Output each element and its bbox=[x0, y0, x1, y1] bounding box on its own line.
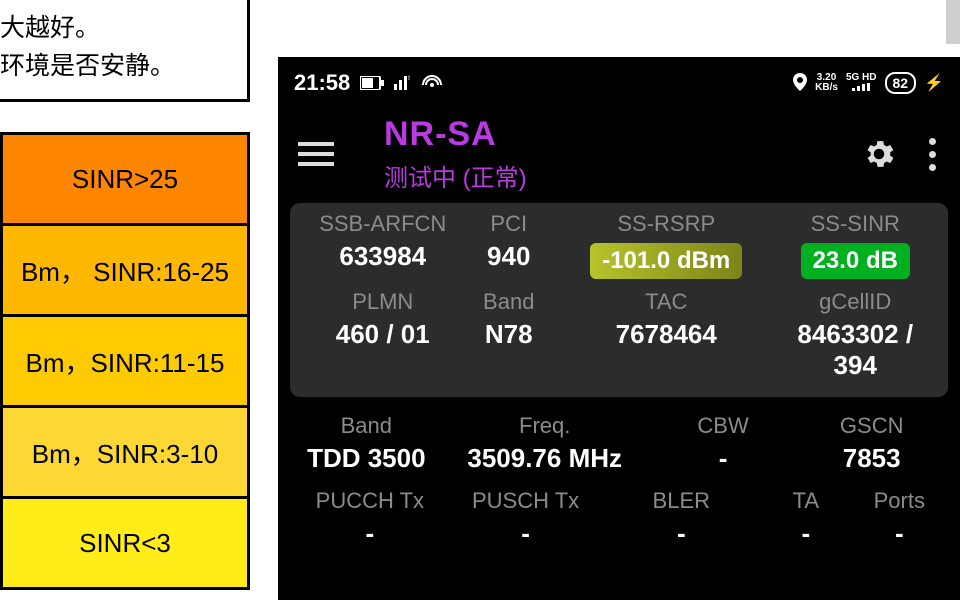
label-plmn: PLMN bbox=[304, 289, 462, 315]
charging-icon: ⚡ bbox=[924, 73, 944, 93]
value-tac: 7678464 bbox=[556, 319, 777, 350]
label-pusch-tx: PUSCH Tx bbox=[448, 488, 604, 514]
hotspot-icon bbox=[422, 70, 442, 96]
value-cbw: - bbox=[649, 443, 798, 474]
value-gcellid: 8463302 / 394 bbox=[777, 319, 935, 381]
label-freq: Freq. bbox=[441, 413, 649, 439]
grade-row-1: SINR>25 bbox=[2, 134, 249, 225]
label-cbw: CBW bbox=[649, 413, 798, 439]
label-bler: BLER bbox=[603, 488, 759, 514]
svg-text:!: ! bbox=[408, 76, 410, 82]
label-ss-rsrp: SS-RSRP bbox=[556, 211, 777, 237]
article-line-2: 环境是否安静。 bbox=[0, 52, 175, 80]
value-band: N78 bbox=[462, 319, 557, 350]
primary-metrics-card: SSB-ARFCN PCI SS-RSRP SS-SINR 633984 940… bbox=[290, 203, 948, 397]
status-time: 21:58 bbox=[294, 70, 350, 96]
value-freq: 3509.76 MHz bbox=[441, 443, 649, 474]
value-ta: - bbox=[759, 518, 852, 549]
label-pci: PCI bbox=[462, 211, 557, 237]
value-gscn: 7853 bbox=[797, 443, 946, 474]
settings-icon[interactable] bbox=[861, 136, 897, 172]
value-pusch-tx: - bbox=[448, 518, 604, 549]
label-pucch-tx: PUCCH Tx bbox=[292, 488, 448, 514]
value-bler: - bbox=[603, 518, 759, 549]
value-ssb-arfcn: 633984 bbox=[304, 241, 462, 272]
secondary-metrics: Band Freq. CBW GSCN TDD 3500 3509.76 MHz… bbox=[292, 413, 946, 549]
label-gcellid: gCellID bbox=[777, 289, 935, 315]
overflow-menu-icon[interactable] bbox=[929, 138, 936, 171]
label-ta: TA bbox=[759, 488, 852, 514]
value-plmn: 460 / 01 bbox=[304, 319, 462, 350]
label-ss-sinr: SS-SINR bbox=[777, 211, 935, 237]
label-ports: Ports bbox=[853, 488, 946, 514]
grade-row-2: Bm， SINR:16-25 bbox=[2, 225, 249, 316]
status-bar: 21:58 ! 3.20KB/s 5G HD bbox=[278, 57, 960, 109]
label-tac: TAC bbox=[556, 289, 777, 315]
status-network-type: 5G HD bbox=[846, 73, 877, 94]
sinr-grade-table: SINR>25 Bm， SINR:16-25 Bm，SINR:11-15 Bm，… bbox=[0, 132, 250, 590]
article-text-block: 大越好。 环境是否安静。 bbox=[0, 0, 250, 102]
label-band2: Band bbox=[292, 413, 441, 439]
grade-row-3: Bm，SINR:11-15 bbox=[2, 316, 249, 407]
menu-icon[interactable] bbox=[298, 136, 334, 172]
label-ssb-arfcn: SSB-ARFCN bbox=[304, 211, 462, 237]
label-band: Band bbox=[462, 289, 557, 315]
value-pucch-tx: - bbox=[292, 518, 448, 549]
value-ss-rsrp: -101.0 dBm bbox=[590, 243, 742, 279]
phone-screenshot: 21:58 ! 3.20KB/s 5G HD bbox=[278, 57, 960, 600]
app-subtitle: 测试中 (正常) bbox=[384, 158, 861, 193]
battery-mini-icon bbox=[360, 70, 384, 96]
value-band2: TDD 3500 bbox=[292, 443, 441, 474]
label-gscn: GSCN bbox=[797, 413, 946, 439]
status-battery: 82 bbox=[885, 72, 917, 94]
app-title: NR-SA bbox=[384, 115, 861, 154]
signal-icon: ! bbox=[394, 70, 412, 96]
article-line-1: 大越好。 bbox=[0, 14, 100, 42]
grade-row-4: Bm，SINR:3-10 bbox=[2, 407, 249, 498]
value-pci: 940 bbox=[462, 241, 557, 272]
page-scrollbar[interactable] bbox=[946, 0, 960, 44]
status-data-rate: 3.20KB/s bbox=[815, 73, 838, 93]
app-bar: NR-SA 测试中 (正常) bbox=[278, 109, 960, 199]
grade-row-5: SINR<3 bbox=[2, 498, 249, 589]
value-ss-sinr: 23.0 dB bbox=[801, 243, 910, 279]
location-icon bbox=[793, 73, 807, 94]
value-ports: - bbox=[853, 518, 946, 549]
article-left-column: 大越好。 环境是否安静。 SINR>25 Bm， SINR:16-25 Bm，S… bbox=[0, 0, 250, 590]
